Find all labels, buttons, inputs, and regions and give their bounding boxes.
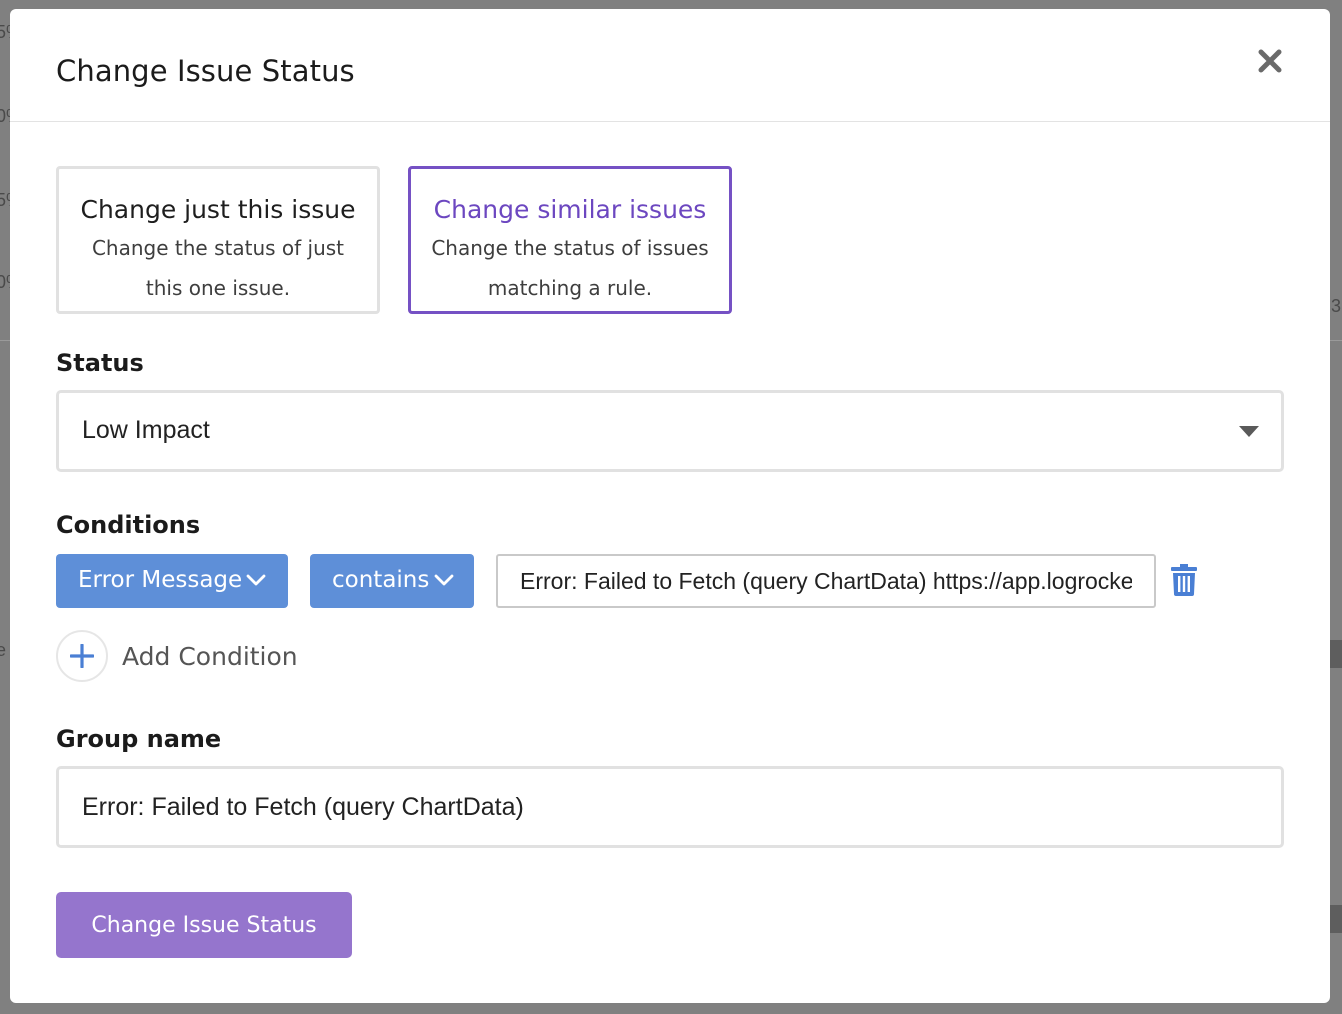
close-icon <box>1258 49 1282 73</box>
status-selected-value: Low Impact <box>82 416 210 444</box>
background-bar <box>1330 640 1342 668</box>
chevron-down-icon <box>434 574 454 586</box>
condition-field-label: Error Message <box>78 567 243 593</box>
caret-down-icon <box>1239 426 1259 437</box>
option-title: Change just this issue <box>80 195 356 224</box>
close-button[interactable] <box>1254 45 1286 77</box>
conditions-label: Conditions <box>56 511 201 539</box>
group-name-input[interactable] <box>56 766 1284 848</box>
status-label: Status <box>56 349 144 377</box>
plus-icon <box>70 644 94 668</box>
background-fragment: 3 <box>1331 296 1342 316</box>
add-condition-circle <box>56 630 108 682</box>
add-condition-label: Add Condition <box>122 642 298 671</box>
delete-condition-button[interactable] <box>1170 564 1198 600</box>
modal-header: Change Issue Status <box>10 9 1330 122</box>
condition-operator-label: contains <box>332 567 430 593</box>
modal-title: Change Issue Status <box>56 54 355 88</box>
background-bar <box>1330 905 1342 933</box>
chevron-down-icon <box>246 574 266 586</box>
background-divider <box>1330 340 1342 341</box>
option-description: Change the status of just this one issue… <box>91 236 345 300</box>
status-select[interactable]: Low Impact <box>56 390 1284 472</box>
trash-icon <box>1171 564 1197 596</box>
group-name-label: Group name <box>56 725 222 753</box>
option-description: Change the status of issues matching a r… <box>431 236 709 300</box>
change-status-modal: Change Issue Status Change just this iss… <box>10 9 1330 1003</box>
condition-field-dropdown[interactable]: Error Message <box>56 554 288 608</box>
background-fragment: e <box>0 640 7 660</box>
option-title: Change similar issues <box>433 195 707 224</box>
condition-value-input[interactable] <box>496 554 1156 608</box>
change-issue-status-button[interactable]: Change Issue Status <box>56 892 352 958</box>
background-divider <box>0 340 10 341</box>
option-just-this-issue[interactable]: Change just this issue Change the status… <box>56 166 380 314</box>
option-similar-issues[interactable]: Change similar issues Change the status … <box>408 166 732 314</box>
condition-operator-dropdown[interactable]: contains <box>310 554 474 608</box>
